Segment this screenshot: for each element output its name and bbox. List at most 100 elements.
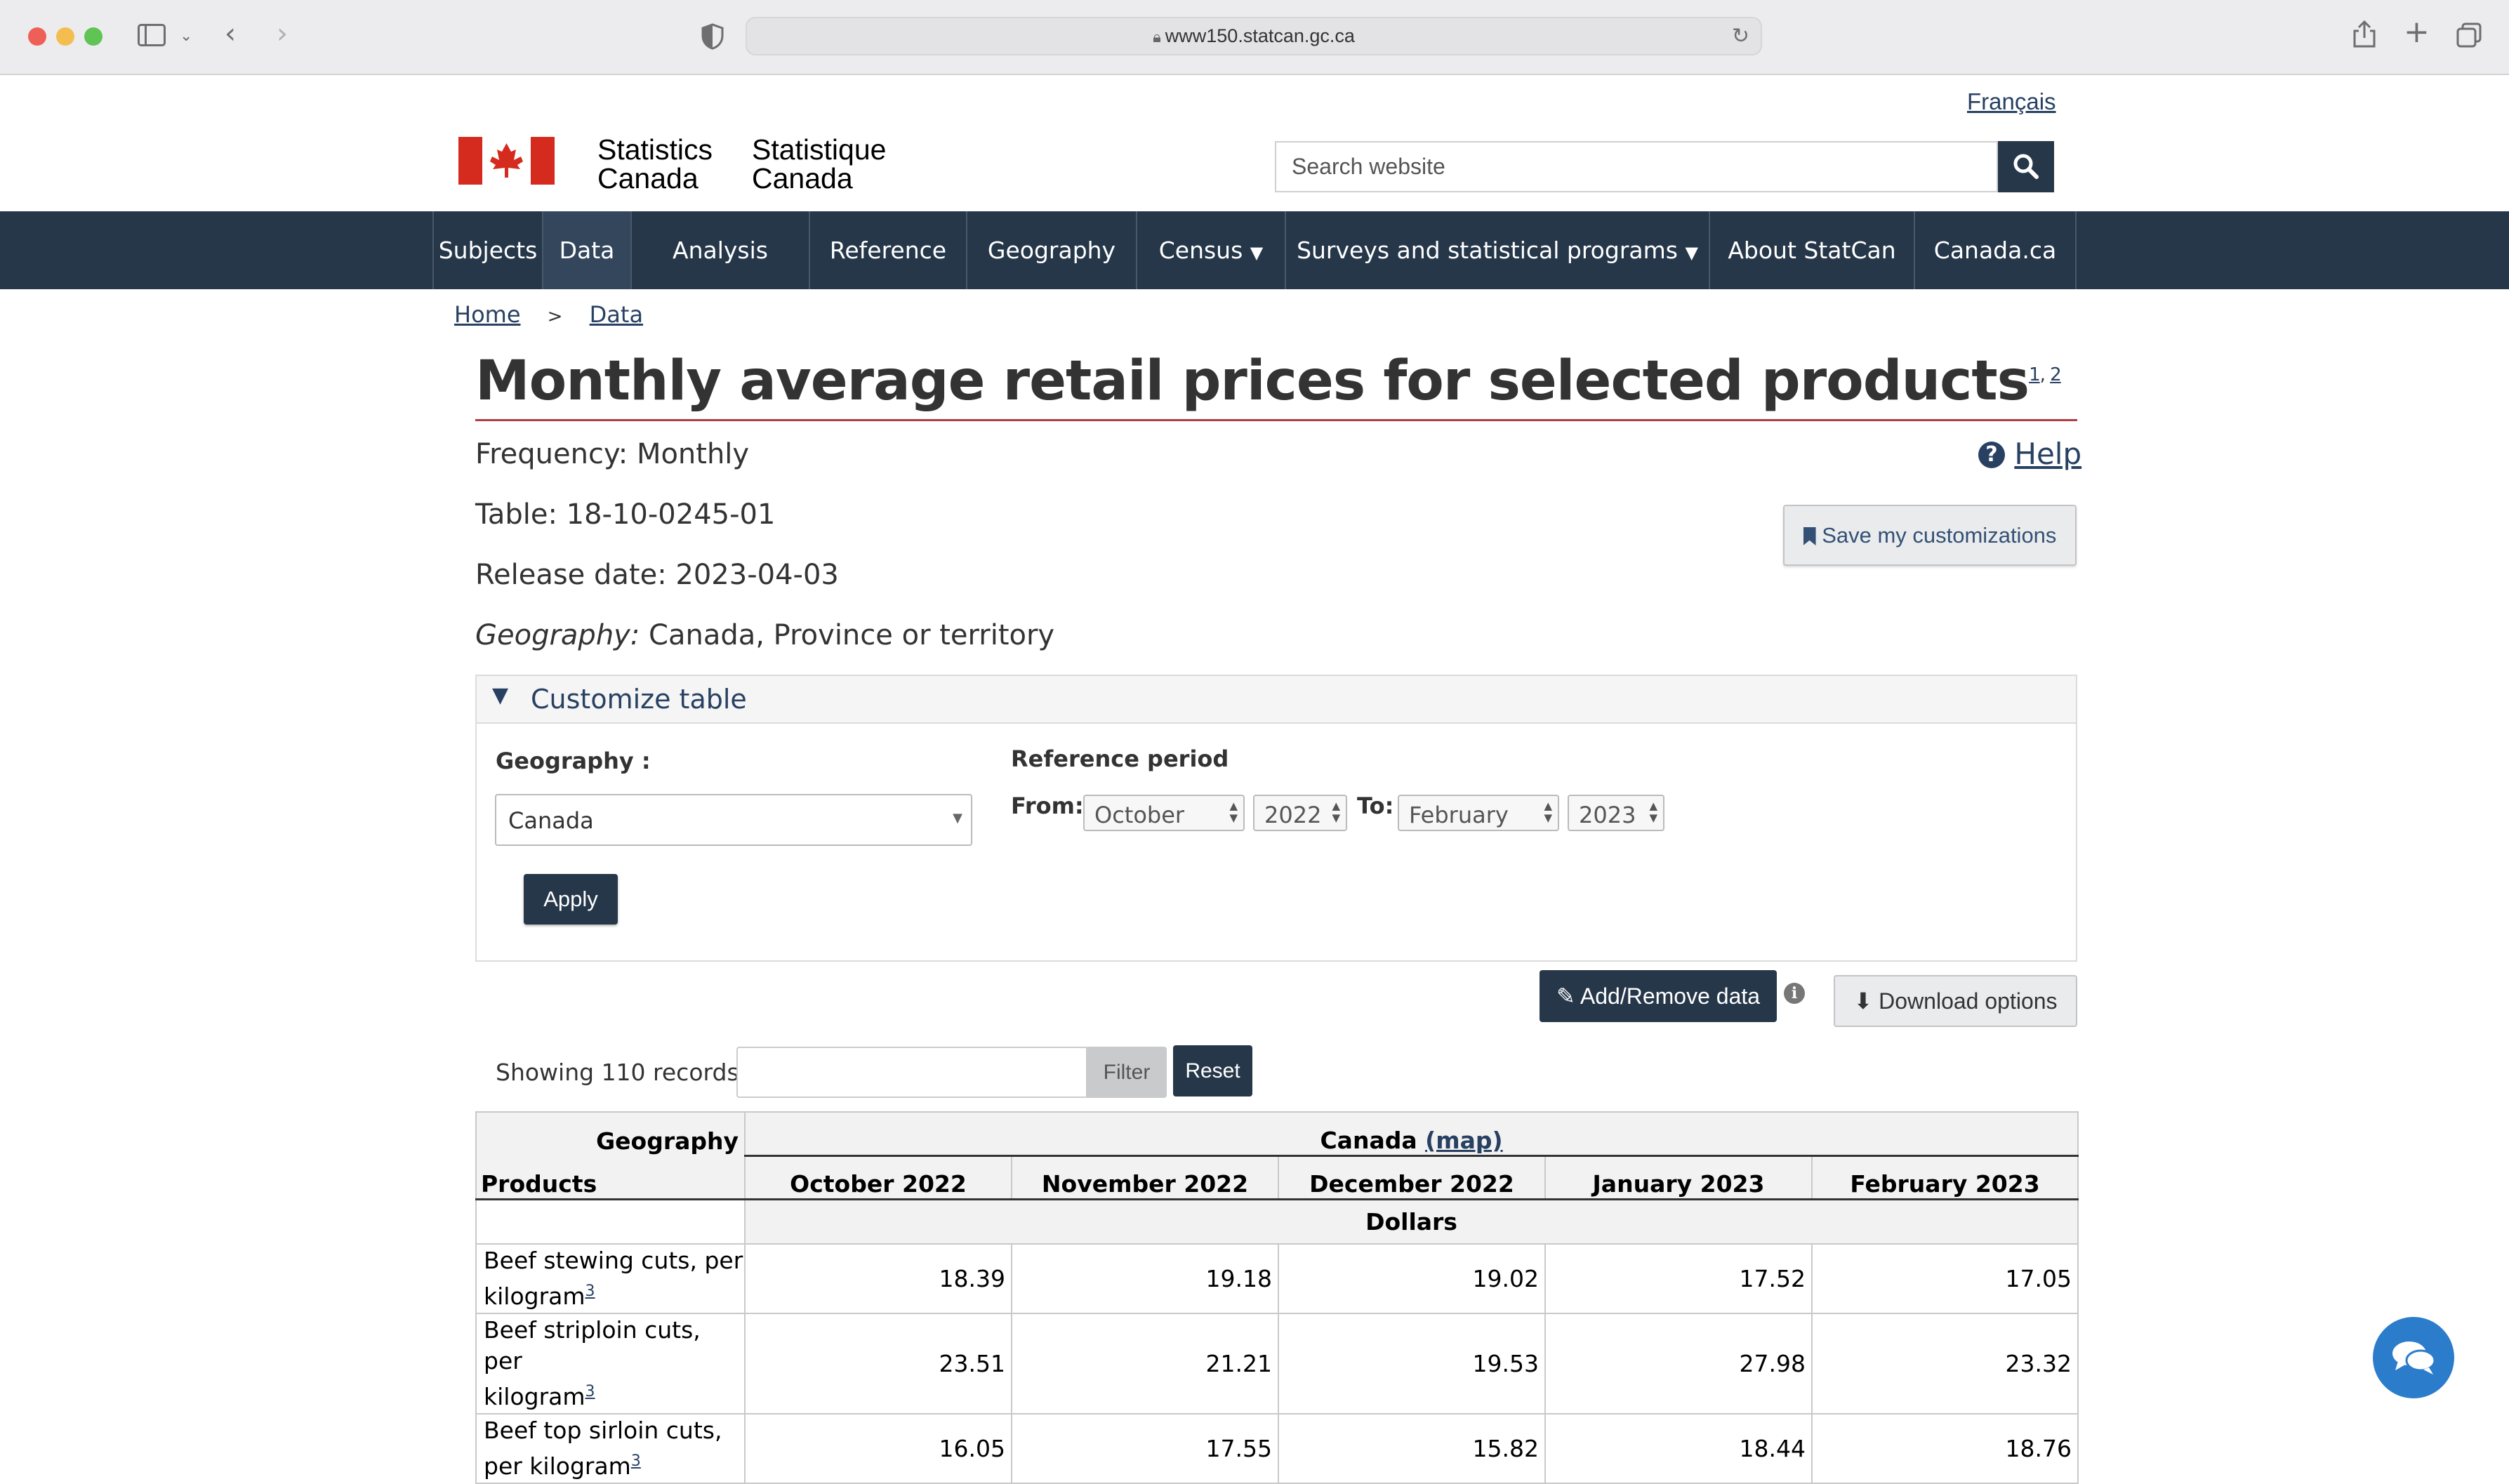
page-title: Monthly average retail prices for select… — [475, 350, 2062, 413]
month-header-cell: December 2022 — [1278, 1155, 1546, 1200]
price-cell: 16.05 — [744, 1413, 1012, 1484]
breadcrumb-home-link[interactable]: Home — [454, 301, 521, 328]
customize-table-heading: Customize table — [531, 684, 747, 715]
frequency-info: Frequency: Monthly — [475, 438, 750, 470]
chat-bubbles-icon — [2392, 1341, 2436, 1374]
wordmark-french: Statistique Canada — [752, 133, 887, 194]
price-cell: 17.52 — [1544, 1243, 1813, 1314]
tab-overview-icon[interactable] — [2456, 22, 2482, 48]
help-link[interactable]: ? Help — [1978, 437, 2081, 471]
pencil-icon: ✎ — [1556, 983, 1575, 1009]
nav-item-analysis[interactable]: Analysis — [632, 211, 810, 289]
customize-table-header[interactable]: ▼ Customize table — [477, 676, 2076, 724]
table-id-info: Table: 18-10-0245-01 — [475, 498, 776, 531]
stepper-arrows-icon: ▲ ▼ — [1544, 800, 1552, 824]
canada-header-cell: Canada (map) — [743, 1111, 2079, 1157]
breadcrumb-data-link[interactable]: Data — [590, 301, 643, 328]
chevron-down-icon[interactable]: ⌄ — [180, 22, 192, 51]
filter-input[interactable] — [736, 1047, 1087, 1098]
triangle-down-icon: ▼ — [492, 683, 509, 708]
sidebar-toggle-icon[interactable] — [138, 24, 166, 46]
to-month-select[interactable]: February ▲ ▼ — [1398, 795, 1559, 831]
apply-button[interactable]: Apply — [524, 874, 618, 925]
privacy-shield-icon[interactable] — [701, 23, 724, 50]
wordmark-english: Statistics Canada — [597, 133, 713, 194]
bookmark-icon — [1803, 527, 1816, 545]
download-options-button[interactable]: ⬇︎ Download options — [1834, 975, 2077, 1027]
nav-item-canada-ca[interactable]: Canada.ca — [1915, 211, 2077, 289]
forward-arrow-icon[interactable]: › — [277, 20, 288, 48]
month-header-cell: November 2022 — [1011, 1155, 1279, 1200]
title-underline — [475, 419, 2077, 421]
nav-item-surveys[interactable]: Surveys and statistical programs ▼ — [1286, 211, 1710, 289]
release-date-info: Release date: 2023-04-03 — [475, 559, 839, 591]
map-link[interactable]: (map) — [1425, 1127, 1502, 1154]
footnote-link-3[interactable]: 3 — [631, 1452, 641, 1470]
product-cell: Beef striploin cuts, per kilogram3 — [475, 1313, 746, 1415]
info-icon[interactable]: i — [1784, 983, 1805, 1004]
language-toggle-link[interactable]: Français — [1967, 88, 2056, 115]
reload-icon[interactable]: ↻ — [1732, 24, 1749, 48]
footnote-link-3[interactable]: 3 — [585, 1383, 595, 1400]
nav-item-data[interactable]: Data — [543, 211, 632, 289]
table-header-row-geography: Geography Canada (map) — [475, 1111, 2079, 1157]
nav-item-reference[interactable]: Reference — [810, 211, 967, 289]
price-cell: 27.98 — [1544, 1313, 1813, 1415]
price-cell: 21.21 — [1011, 1313, 1279, 1415]
table-row: Beef stewing cuts, per kilogram3 18.39 19… — [475, 1243, 2079, 1314]
share-icon[interactable] — [2352, 20, 2377, 49]
nav-item-about[interactable]: About StatCan — [1710, 211, 1915, 289]
data-table: Geography Canada (map) Products October … — [475, 1111, 2079, 1484]
geography-header-cell: Geography — [475, 1111, 746, 1155]
add-remove-data-button[interactable]: ✎ Add/Remove data — [1540, 970, 1777, 1022]
close-window-button[interactable] — [28, 27, 46, 46]
price-cell: 19.18 — [1011, 1243, 1279, 1314]
save-customizations-button[interactable]: Save my customizations — [1783, 505, 2077, 566]
maximize-window-button[interactable] — [84, 27, 102, 46]
geography-label: Geography : — [496, 748, 651, 774]
chevron-down-icon: ▼ — [1685, 243, 1698, 263]
question-circle-icon: ? — [1978, 442, 2005, 468]
price-cell: 17.55 — [1011, 1413, 1279, 1484]
product-cell: Beef stewing cuts, per kilogram3 — [475, 1243, 746, 1314]
breadcrumb-separator: > — [547, 306, 563, 327]
month-header-cell: January 2023 — [1544, 1155, 1813, 1200]
search-input[interactable] — [1276, 143, 1997, 191]
stepper-arrows-icon: ▲ ▼ — [1649, 800, 1657, 824]
address-bar[interactable]: 🔒︎ www150.statcan.gc.ca ↻ — [746, 17, 1762, 55]
chat-button[interactable] — [2373, 1317, 2454, 1398]
footnote-link-2[interactable]: 2 — [2050, 364, 2062, 385]
price-cell: 23.32 — [1810, 1313, 2079, 1415]
download-icon: ⬇︎ — [1853, 988, 1873, 1014]
lock-icon: 🔒︎ — [1153, 28, 1161, 46]
month-header-cell: February 2023 — [1810, 1155, 2079, 1200]
minimize-window-button[interactable] — [56, 27, 74, 46]
nav-item-geography[interactable]: Geography — [967, 211, 1137, 289]
search-button[interactable] — [1998, 141, 2054, 192]
filter-button[interactable]: Filter — [1087, 1047, 1167, 1098]
table-row: Beef striploin cuts, per kilogram3 23.51 … — [475, 1313, 2079, 1415]
footnote-link-3[interactable]: 3 — [585, 1283, 595, 1300]
search-icon — [2013, 154, 2039, 179]
nav-item-census[interactable]: Census ▼ — [1137, 211, 1286, 289]
price-cell: 23.51 — [744, 1313, 1012, 1415]
from-year-select[interactable]: 2022 ▲ ▼ — [1253, 795, 1347, 831]
price-cell: 19.53 — [1278, 1313, 1546, 1415]
unit-row: Dollars — [475, 1198, 2079, 1245]
to-year-select[interactable]: 2023 ▲ ▼ — [1568, 795, 1664, 831]
chevron-down-icon: ▼ — [1250, 243, 1264, 263]
table-row: Beef top sirloin cuts, per kilogram3 16.0… — [475, 1413, 2079, 1484]
footnote-link-1[interactable]: 1 — [2029, 364, 2041, 385]
from-month-select[interactable]: October ▲ ▼ — [1083, 795, 1245, 831]
canada-flag-logo[interactable] — [458, 137, 555, 185]
price-cell: 19.02 — [1278, 1243, 1546, 1314]
nav-item-subjects[interactable]: Subjects — [432, 211, 543, 289]
reset-button[interactable]: Reset — [1173, 1045, 1252, 1097]
new-tab-plus-icon[interactable]: + — [2404, 17, 2430, 48]
main-navigation: Subjects Data Analysis Reference Geograp… — [0, 211, 2509, 289]
geography-select[interactable]: Canada ▼ — [495, 794, 972, 846]
search-box — [1275, 141, 1998, 192]
products-header-cell: Products — [475, 1155, 746, 1200]
stepper-arrows-icon: ▲ ▼ — [1332, 800, 1340, 824]
back-arrow-icon[interactable]: ‹ — [225, 20, 236, 48]
